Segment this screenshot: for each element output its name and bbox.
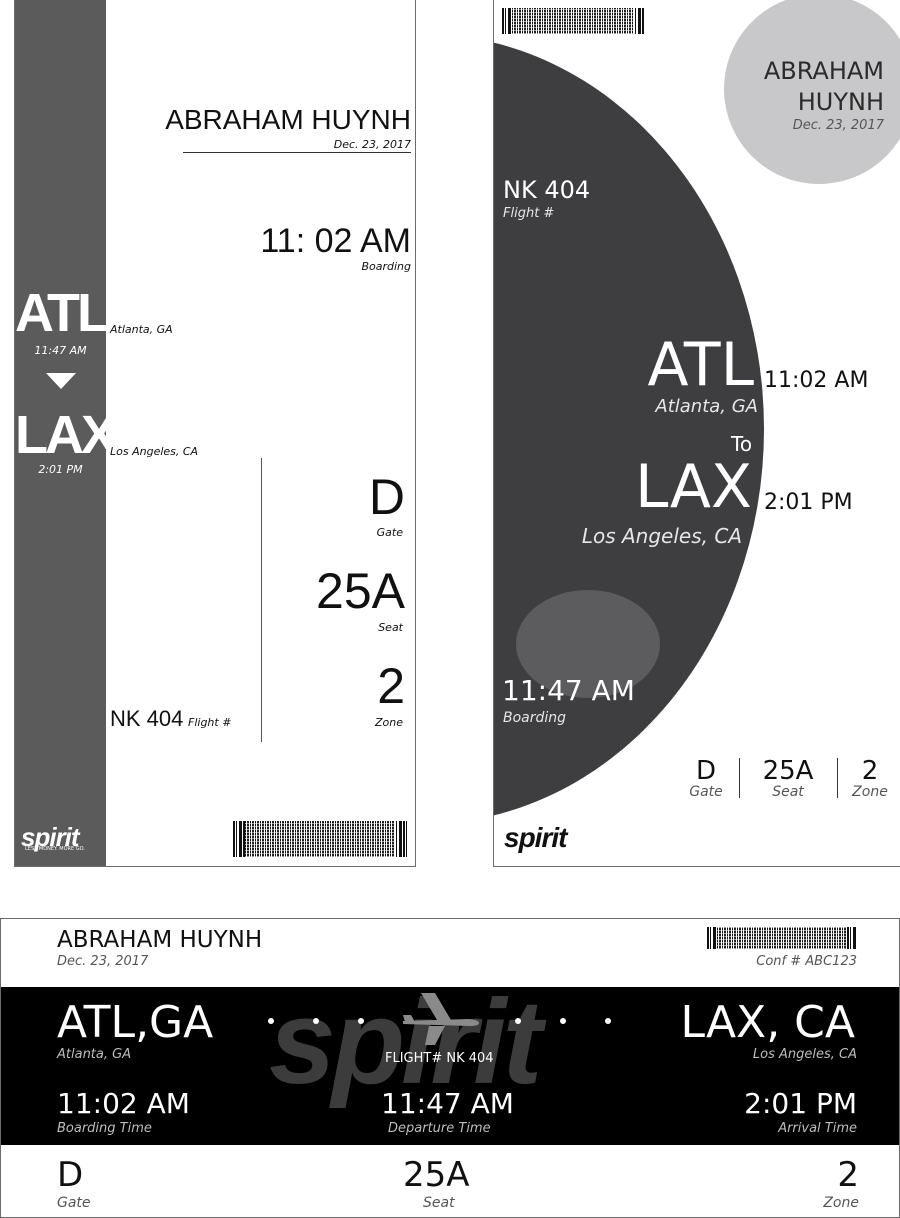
boarding-time: 11:02 AM bbox=[57, 1087, 190, 1120]
route-dot bbox=[515, 1018, 521, 1024]
seat-label: Seat bbox=[772, 784, 804, 800]
logo-tagline: LESS MONEY. MORE GO. bbox=[25, 846, 85, 852]
arrival-time: 2:01 PM bbox=[744, 1087, 857, 1120]
spirit-logo: spirit bbox=[504, 822, 567, 853]
zone-value: 2 bbox=[837, 1155, 859, 1195]
dest-city: Los Angeles, CA bbox=[110, 445, 199, 458]
zone-label: Zone bbox=[852, 784, 888, 800]
origin-city: Atlanta, GA bbox=[655, 396, 758, 417]
boarding-time: 11: 02 AM bbox=[260, 222, 411, 260]
gate-value: D bbox=[695, 756, 717, 786]
name-last: HUYNH bbox=[797, 88, 884, 116]
route-dot bbox=[358, 1018, 364, 1024]
gate-label: Gate bbox=[689, 784, 723, 800]
flight-band: spirit ATL,GA Atlanta, GA LAX, CA Los An… bbox=[1, 987, 899, 1145]
dest-code: LAX bbox=[15, 405, 117, 465]
seat-value: 25A bbox=[403, 1155, 470, 1195]
down-triangle-icon bbox=[46, 373, 76, 389]
departure-label: Departure Time bbox=[388, 1121, 491, 1136]
barcode-icon bbox=[502, 8, 644, 34]
origin-city: Atlanta, GA bbox=[57, 1047, 132, 1062]
dest-code: LAX, CA bbox=[680, 997, 855, 1048]
date: Dec. 23, 2017 bbox=[333, 138, 411, 151]
gate-label: Gate bbox=[57, 1195, 91, 1211]
origin-city: Atlanta, GA bbox=[110, 323, 173, 336]
dest-time: 2:01 PM bbox=[38, 463, 83, 476]
gate-label: Gate bbox=[376, 526, 403, 539]
boarding-pass-vertical-band: ATL 11:47 AM LAX 2:01 PM Atlanta, GA Los… bbox=[14, 0, 416, 867]
boarding-time: 11:47 AM bbox=[502, 674, 635, 707]
confirmation-number: Conf # ABC123 bbox=[756, 954, 857, 969]
airplane-icon bbox=[403, 993, 479, 1045]
origin-time: 11:02 AM bbox=[764, 368, 869, 393]
boarding-label: Boarding bbox=[503, 710, 567, 726]
boarding-pass-horizontal: ABRAHAM HUYNH Dec. 23, 2017 Conf # ABC12… bbox=[0, 918, 900, 1218]
seat-value: 25A bbox=[762, 756, 814, 786]
passenger-name: ABRAHAM HUYNH bbox=[165, 104, 411, 135]
flight-number: NK 404 bbox=[503, 176, 591, 204]
zone-label: Zone bbox=[374, 716, 403, 729]
route-dot bbox=[605, 1018, 611, 1024]
origin-code: ATL,GA bbox=[57, 997, 214, 1048]
date: Dec. 23, 2017 bbox=[792, 118, 884, 133]
arrival-label: Arrival Time bbox=[778, 1121, 857, 1136]
dest-code: LAX bbox=[635, 452, 752, 522]
flight-number: FLIGHT# NK 404 bbox=[385, 1051, 494, 1066]
vertical-divider bbox=[261, 458, 262, 742]
dest-city: Los Angeles, CA bbox=[752, 1047, 857, 1062]
divider-2 bbox=[837, 758, 838, 798]
departure-time: 11:47 AM bbox=[381, 1087, 514, 1120]
dest-time: 2:01 PM bbox=[764, 490, 853, 515]
seat-label: Seat bbox=[423, 1195, 455, 1211]
route-dot bbox=[313, 1018, 319, 1024]
boarding-label: Boarding Time bbox=[57, 1121, 152, 1136]
boarding-label: Boarding bbox=[361, 260, 411, 273]
origin-code: ATL bbox=[15, 283, 110, 343]
zone-label: Zone bbox=[823, 1195, 859, 1211]
name-first: ABRAHAM bbox=[763, 57, 884, 85]
seat-label: Seat bbox=[378, 621, 403, 634]
zone-value: 2 bbox=[861, 756, 879, 786]
name-divider bbox=[183, 152, 411, 153]
flight-label: Flight # bbox=[188, 716, 232, 729]
gate-value: D bbox=[368, 469, 405, 525]
route-dot bbox=[560, 1018, 566, 1024]
barcode-icon bbox=[707, 927, 857, 949]
passenger-name: ABRAHAM HUYNH bbox=[764, 56, 884, 118]
origin-code: ATL bbox=[647, 330, 754, 400]
boarding-pass-circle: ABRAHAM HUYNH Dec. 23, 2017 NK 404 Fligh… bbox=[493, 0, 900, 867]
divider-1 bbox=[739, 758, 740, 798]
date: Dec. 23, 2017 bbox=[57, 954, 149, 969]
flight-number: NK 404 bbox=[110, 706, 184, 731]
flight-label: Flight # bbox=[503, 206, 555, 221]
dest-city: Los Angeles, CA bbox=[581, 524, 742, 548]
gate-value: D bbox=[57, 1155, 84, 1195]
zone-value: 2 bbox=[377, 658, 405, 714]
seat-value: 25A bbox=[316, 563, 405, 619]
origin-time: 11:47 AM bbox=[34, 344, 87, 357]
route-dot bbox=[268, 1018, 274, 1024]
barcode-icon bbox=[233, 821, 409, 857]
passenger-name: ABRAHAM HUYNH bbox=[57, 927, 263, 953]
